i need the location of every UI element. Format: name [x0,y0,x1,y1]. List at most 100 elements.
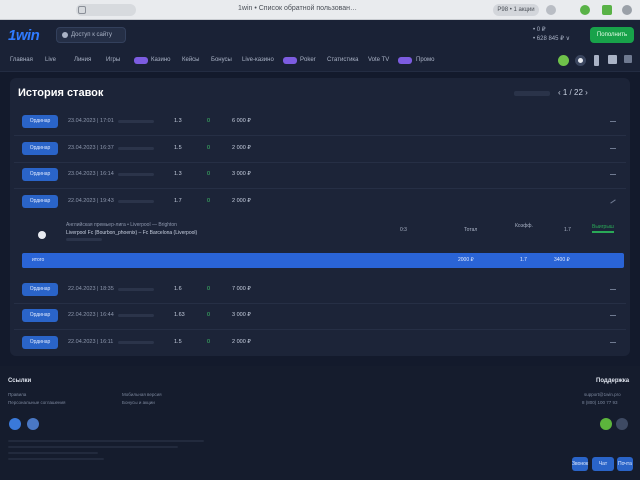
nav-item-statistics[interactable]: Статистика [327,57,359,63]
footer-link-agreements[interactable]: Персональные соглашения [8,400,66,405]
total-coef: 1.7 [520,257,527,263]
total-win: 3400 ₽ [554,257,570,263]
bet-amount: 2 000 ₽ [232,198,251,204]
bet-coef: 1.7 [174,198,182,204]
footer-link-mobile[interactable]: Мобильная версия [122,392,162,397]
browser-pill[interactable]: Ρ98 • 1 акции [493,4,539,16]
bet-amount: 3 000 ₽ [232,312,251,318]
nav-badge [134,57,148,64]
bet-type-button[interactable]: Ординар [22,115,58,128]
bet-type-button[interactable]: Ординар [22,283,58,296]
nav-item-poker[interactable]: Poker [300,57,316,63]
extension-icon[interactable] [546,5,556,15]
footer-legal-text [8,440,204,442]
user-icon [62,32,68,38]
bet-count: 0 [207,339,211,345]
total-label: итого [32,257,45,263]
page-title: История ставок [18,87,104,99]
football-icon [38,231,46,239]
site-logo[interactable]: 1win [8,27,40,44]
shield-icon[interactable] [580,5,590,15]
nav-item-cases[interactable]: Кейсы [182,57,200,63]
table-row[interactable]: Ординар 23.04.2023 | 16:37 1.5 0 2 000 ₽ [14,140,626,163]
nav-item-line[interactable]: Линия [74,57,91,63]
footer-legal-text [8,446,178,448]
nav-badge [283,57,297,64]
event-score: 0:3 [400,227,407,233]
menu-icon[interactable] [622,5,632,15]
nav-item-home[interactable]: Главная [10,57,33,63]
bet-id [118,288,154,291]
bet-id [118,173,154,176]
support-email[interactable]: support@1win.pro [584,392,621,397]
deposit-button[interactable]: Пополнить [590,27,634,43]
bet-count: 0 [207,118,211,124]
table-row[interactable]: Ординар 22.04.2023 | 18:35 1.6 0 7 000 ₽ [14,281,626,304]
row-divider [14,303,626,304]
bet-type-button[interactable]: Ординар [22,309,58,322]
bet-date: 22.04.2023 | 18:35 [68,286,114,292]
nav-item-promo[interactable]: Промо [416,57,434,63]
table-row[interactable]: Ординар 23.04.2023 | 17:01 1.3 0 6 000 ₽ [14,113,626,136]
bet-type-button[interactable]: Ординар [22,142,58,155]
mobile-icon[interactable] [594,55,599,66]
bet-date: 23.04.2023 | 17:01 [68,118,114,124]
mail-button[interactable]: Почта [617,457,633,471]
bet-count: 0 [207,286,211,292]
expand-icon[interactable] [610,342,616,343]
bet-amount: 3 000 ₽ [232,171,251,177]
nav-item-games[interactable]: Игры [106,57,120,63]
license-icon [616,418,628,430]
settings-icon[interactable] [575,55,586,66]
table-row[interactable]: Ординар 22.04.2023 | 16:11 1.5 0 2 000 ₽ [14,334,626,352]
call-button[interactable]: Звонок [572,457,588,471]
event-date [66,238,102,241]
vk-icon[interactable] [27,418,39,430]
bet-coef: 1.63 [174,312,185,318]
bet-type-button[interactable]: Ординар [22,168,58,181]
app-icon[interactable] [608,55,617,64]
logo-text: 1win [8,27,40,44]
bet-type-button[interactable]: Ординар [22,195,58,208]
table-row-expanded[interactable]: Ординар 22.04.2023 | 19:43 1.7 0 2 000 ₽ [14,193,626,211]
table-row[interactable]: Ординар 23.04.2023 | 16:14 1.3 0 3 000 ₽ [14,166,626,189]
nav-item-live-casino[interactable]: Live-казино [242,57,274,63]
nav-badge [398,57,412,64]
pagination[interactable]: ‹ 1 / 22 › [558,88,588,97]
bet-coef: 1.3 [174,118,182,124]
chat-button[interactable]: Чат [592,457,614,471]
row-divider [14,188,626,189]
support-phone[interactable]: 8 (800) 100 77 93 [582,400,618,405]
nav-item-bonuses[interactable]: Бонусы [211,57,232,63]
footer-title-links: Ссылки [8,378,32,384]
expand-icon[interactable] [610,121,616,122]
bet-count: 0 [207,198,211,204]
lock-icon [78,6,86,14]
nav-item-vote-tv[interactable]: Vote TV [368,57,389,63]
balance-block[interactable]: • 0 ₽ • 628 845 ₽ ∨ [533,26,570,44]
collapse-icon[interactable] [610,199,616,204]
expand-icon[interactable] [610,289,616,290]
gift-icon[interactable] [558,55,569,66]
browser-tab-title[interactable]: 1win • Список обратной пользован… [238,5,357,12]
expand-icon[interactable] [610,174,616,175]
download-icon[interactable] [602,5,612,15]
bet-id [118,120,154,123]
event-teams: Liverpool Fc (Bourbon_phoenix) – Fc Barc… [66,230,198,236]
browser-toolbar: 1win • Список обратной пользован… Ρ98 • … [0,0,640,20]
bet-type-button[interactable]: Ординар [22,336,58,349]
expand-icon[interactable] [610,148,616,149]
telegram-icon[interactable] [9,418,21,430]
nav-item-live[interactable]: Live [45,57,56,63]
login-button[interactable]: Доступ к сайту [56,27,126,43]
footer-link-rules[interactable]: Правила [8,392,26,397]
bet-id [118,200,154,203]
nav-item-casino[interactable]: Казино [151,57,171,63]
footer-link-bonuses[interactable]: Бонусы и акции [122,400,155,405]
expand-icon[interactable] [610,315,616,316]
fullscreen-icon[interactable] [624,55,632,63]
bet-amount: 2 000 ₽ [232,339,251,345]
footer-title-support: Поддержка [596,378,630,384]
bet-date: 23.04.2023 | 16:14 [68,171,114,177]
table-row[interactable]: Ординар 22.04.2023 | 16:44 1.63 0 3 000 … [14,307,626,330]
